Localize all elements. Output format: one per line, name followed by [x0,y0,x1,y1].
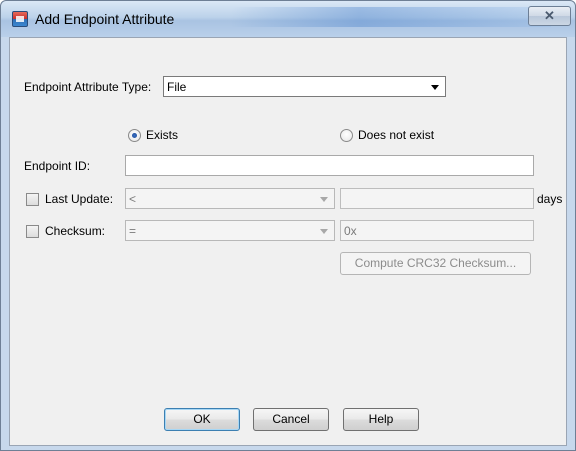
exists-label: Exists [146,128,179,142]
ok-button[interactable]: OK [164,408,240,431]
last-update-input[interactable] [340,188,534,209]
dialog-content: Endpoint Attribute Type: File Exists Doe… [9,37,567,446]
cancel-button[interactable]: Cancel [253,408,329,431]
dialog-window: Add Endpoint Attribute ✕ Endpoint Attrib… [0,0,576,451]
does-not-exist-label: Does not exist [358,128,435,142]
title-bar[interactable]: Add Endpoint Attribute ✕ [1,1,575,37]
days-label: days [537,192,563,206]
chevron-down-icon [320,197,328,202]
checksum-checkbox[interactable] [26,225,39,238]
checksum-input[interactable]: 0x [340,220,534,241]
last-update-label: Last Update: [45,192,114,206]
window-title: Add Endpoint Attribute [35,11,175,27]
checksum-operator-value: = [129,224,137,238]
last-update-operator-value: < [129,192,137,206]
attribute-type-select[interactable]: File [163,76,446,97]
compute-crc32-button[interactable]: Compute CRC32 Checksum... [340,252,531,275]
attribute-type-label: Endpoint Attribute Type: [24,80,152,94]
does-not-exist-radio[interactable] [340,129,353,142]
endpoint-id-input[interactable] [125,155,534,176]
close-icon[interactable]: ✕ [528,6,571,26]
attribute-type-value: File [167,80,187,94]
title-bar-decoration [231,7,551,27]
help-button[interactable]: Help [343,408,419,431]
endpoint-app-icon [12,11,28,27]
checksum-label: Checksum: [45,224,106,238]
last-update-operator-select[interactable]: < [125,188,335,209]
endpoint-id-label: Endpoint ID: [24,159,91,173]
chevron-down-icon [320,229,328,234]
exists-radio[interactable] [128,129,141,142]
checksum-operator-select[interactable]: = [125,220,335,241]
chevron-down-icon [431,85,439,90]
last-update-checkbox[interactable] [26,193,39,206]
